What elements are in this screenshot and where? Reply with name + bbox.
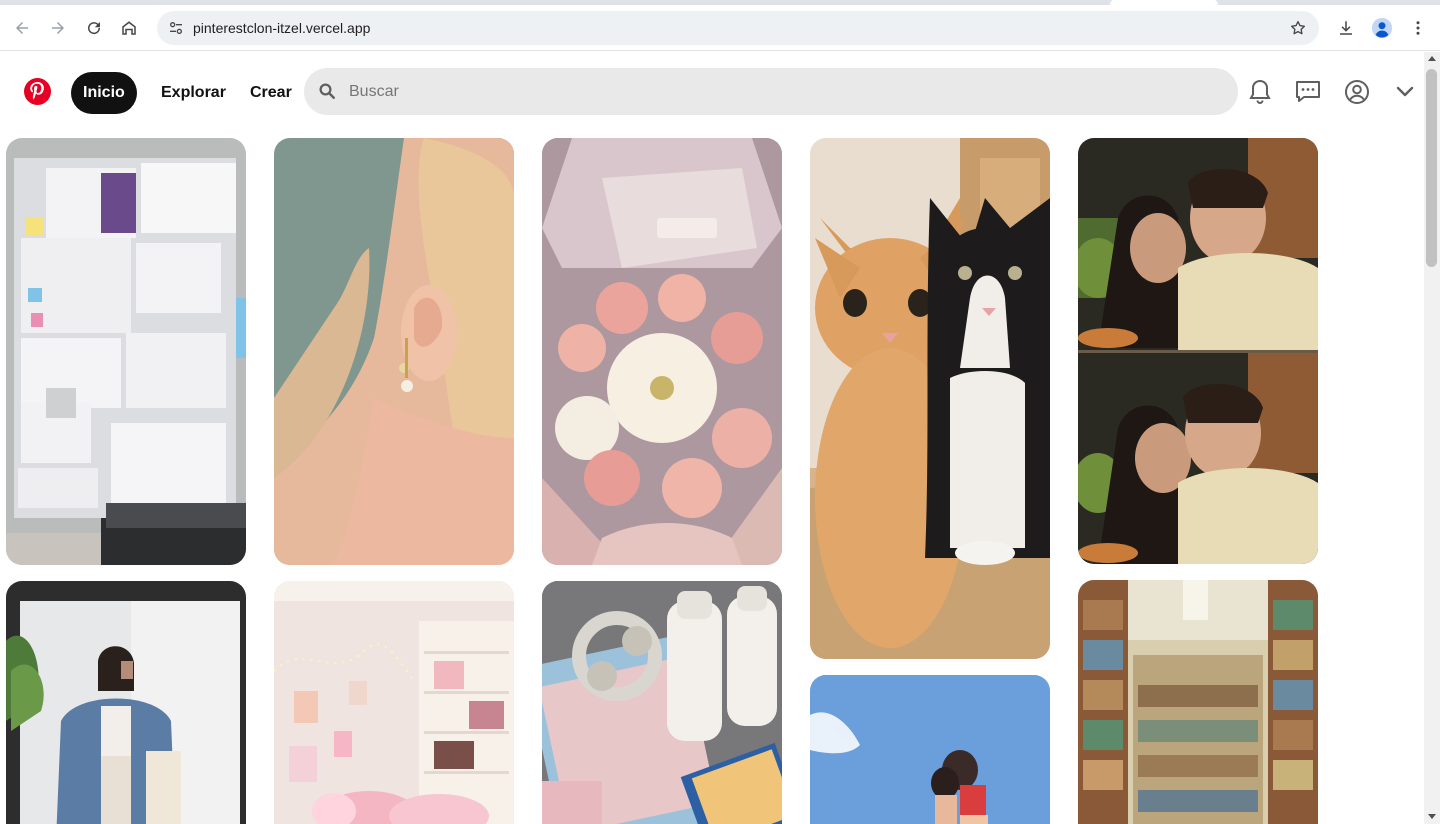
nav-create-button[interactable]: Crear [238, 72, 304, 114]
messages-icon[interactable] [1293, 77, 1323, 107]
forward-icon[interactable] [41, 11, 75, 45]
pinterest-logo-icon[interactable] [24, 78, 51, 105]
scroll-down-icon[interactable] [1428, 814, 1436, 819]
pin-mirror-selfie[interactable] [6, 581, 246, 824]
search-icon [318, 82, 336, 105]
pin-couple-kissing[interactable] [1078, 138, 1318, 564]
nav-explore-button[interactable]: Explorar [149, 72, 238, 114]
menu-icon[interactable] [1401, 11, 1435, 45]
app-header: Inicio Explorar Crear [0, 52, 1424, 132]
pin-desk-flatlay[interactable] [542, 581, 782, 824]
bookmark-star-icon[interactable] [1285, 15, 1311, 41]
pin-study-wall[interactable] [6, 138, 246, 565]
page-scrollbar[interactable] [1424, 52, 1440, 824]
chevron-down-icon[interactable] [1390, 77, 1420, 107]
home-icon[interactable] [112, 11, 146, 45]
scrollbar-thumb[interactable] [1426, 69, 1437, 267]
pin-cats[interactable] [810, 138, 1050, 659]
profile-icon[interactable] [1365, 11, 1399, 45]
reload-icon[interactable] [77, 11, 111, 45]
site-info-icon[interactable] [163, 15, 189, 41]
pin-beach-couple[interactable] [810, 675, 1050, 824]
pin-flower-bouquet[interactable] [542, 138, 782, 565]
address-bar[interactable]: pinterestclon-itzel.vercel.app [157, 11, 1319, 45]
scroll-up-icon[interactable] [1428, 56, 1436, 61]
url-text[interactable]: pinterestclon-itzel.vercel.app [193, 20, 370, 36]
search-input[interactable] [349, 68, 1209, 115]
pin-earring[interactable] [274, 138, 514, 565]
pin-grid [0, 132, 1424, 824]
bell-icon[interactable] [1245, 77, 1275, 107]
download-icon[interactable] [1329, 11, 1363, 45]
pin-library[interactable] [1078, 580, 1318, 824]
browser-toolbar: pinterestclon-itzel.vercel.app [0, 5, 1440, 51]
search-bar [304, 68, 1238, 115]
nav-home-button[interactable]: Inicio [71, 72, 137, 114]
pin-room-lights[interactable] [274, 581, 514, 824]
back-icon[interactable] [5, 11, 39, 45]
account-icon[interactable] [1342, 77, 1372, 107]
